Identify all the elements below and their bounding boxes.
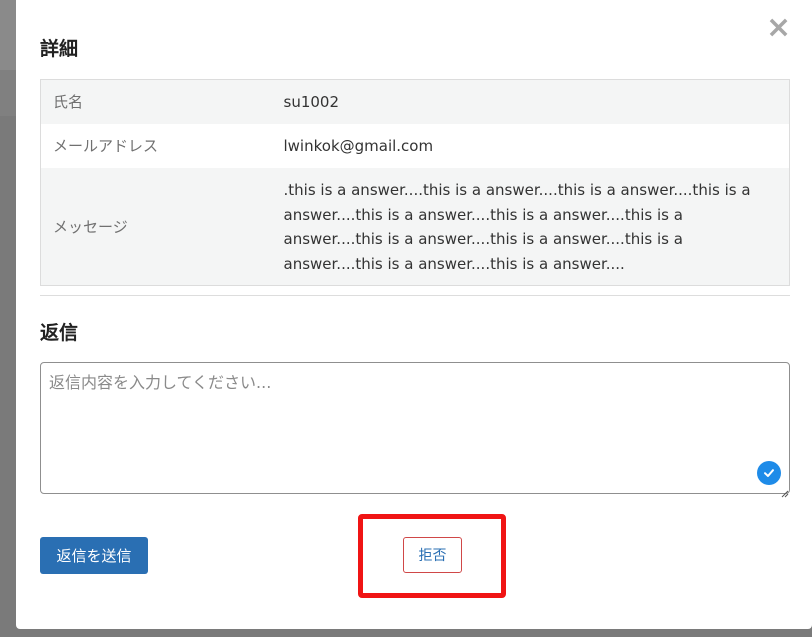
send-reply-button[interactable]: 返信を送信	[40, 537, 148, 574]
message-label: メッセージ	[53, 217, 128, 236]
message-value: .this is a answer....this is a answer...…	[283, 181, 751, 273]
email-label: メールアドレス	[53, 137, 159, 155]
backdrop-page	[0, 0, 16, 70]
table-row: メッセージ .this is a answer....this is a ans…	[40, 167, 790, 286]
section-divider	[40, 295, 790, 296]
resize-grip-icon[interactable]	[781, 483, 789, 498]
details-table: 氏名 su1002 メールアドレス lwinkok@gmail.com メッセー…	[40, 79, 790, 286]
reject-button[interactable]: 拒否	[403, 537, 462, 573]
name-label: 氏名	[53, 93, 84, 112]
close-icon[interactable]: ×	[766, 13, 791, 43]
table-row: メールアドレス lwinkok@gmail.com	[40, 123, 790, 168]
table-row: 氏名 su1002	[40, 79, 790, 124]
reply-title: 返信	[40, 322, 79, 344]
reply-textarea[interactable]	[40, 362, 790, 494]
detail-modal: × 詳細 氏名 su1002 メールアドレス lwinkok@gmail.com…	[16, 0, 812, 629]
name-value: su1002	[283, 92, 340, 111]
details-title: 詳細	[40, 38, 79, 60]
email-value: lwinkok@gmail.com	[283, 136, 434, 155]
backdrop-page-nav	[0, 70, 16, 116]
check-circle-icon	[757, 461, 781, 485]
